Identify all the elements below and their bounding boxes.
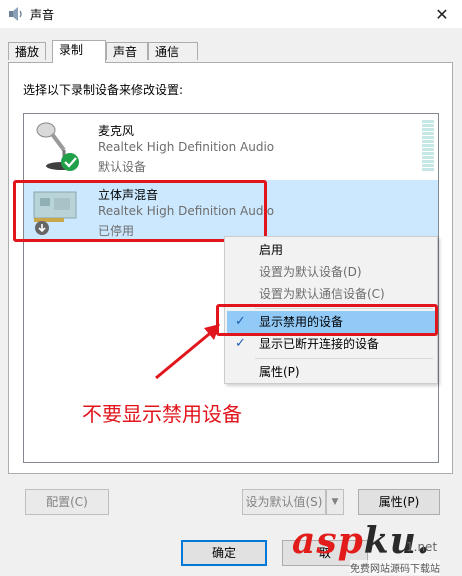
annotation-arrow-icon [155, 324, 220, 380]
device-status: 默认设备 [98, 160, 147, 174]
tab-communications[interactable]: 通信 [148, 42, 198, 60]
microphone-icon [36, 122, 79, 171]
chevron-down-icon: ▼ [331, 497, 339, 507]
close-button[interactable]: ✕ [422, 0, 462, 28]
menu-item-label: 设置为默认设备(D) [259, 265, 362, 279]
instruction-text: 选择以下录制设备来修改设置: [23, 83, 184, 97]
menu-item-label: 启用 [259, 243, 284, 257]
set-default-button[interactable]: 设为默认值(S) [242, 489, 326, 515]
menu-item-enable[interactable]: 启用 [227, 239, 435, 261]
annotation-text: 不要显示禁用设备 [82, 402, 242, 426]
check-icon: ✓ [235, 336, 246, 351]
default-check-badge [61, 153, 79, 171]
tab-playback[interactable]: 播放 [8, 42, 46, 60]
menu-item-properties[interactable]: 属性(P) [227, 361, 435, 383]
menu-item-label: 显示已断开连接的设备 [259, 337, 380, 351]
level-meter [422, 120, 434, 172]
close-icon: ✕ [435, 4, 449, 24]
title-bar: 声音 ✕ [0, 0, 462, 28]
menu-item-set-default-communication[interactable]: 设置为默认通信设备(C) [227, 283, 435, 305]
device-driver: Realtek High Definition Audio [98, 140, 275, 154]
properties-button[interactable]: 属性(P) [358, 489, 440, 515]
watermark-domain: 1.net [406, 540, 438, 554]
configure-button[interactable]: 配置(C) [25, 489, 109, 515]
menu-item-show-disconnected[interactable]: ✓ 显示已断开连接的设备 [227, 333, 435, 355]
tab-sounds[interactable]: 声音 [106, 42, 148, 60]
sound-dialog: 声音 ✕ 播放 录制 声音 通信 选择以下录制设备来修改设置: 麦克风 Real… [0, 0, 462, 576]
watermark-subtitle: 免费网站源码下载站 [350, 560, 440, 575]
menu-item-label: 设置为默认通信设备(C) [259, 287, 385, 301]
menu-separator [255, 358, 433, 359]
device-name: 麦克风 [98, 124, 135, 138]
tab-recording[interactable]: 录制 [52, 40, 106, 63]
speaker-icon [9, 7, 22, 21]
device-highlight-box [13, 180, 267, 242]
menu-item-set-default[interactable]: 设置为默认设备(D) [227, 261, 435, 283]
ok-button[interactable]: 确定 [181, 540, 267, 566]
menu-item-label: 属性(P) [259, 365, 300, 379]
menu-highlight-box [216, 304, 438, 336]
watermark-logo: aspku. 1.net 免费网站源码下载站 [292, 520, 462, 576]
set-default-dropdown-button[interactable]: ▼ [326, 489, 344, 515]
device-item-microphone[interactable]: 麦克风 Realtek High Definition Audio 默认设备 [24, 116, 438, 178]
window-title: 声音 [30, 8, 55, 22]
